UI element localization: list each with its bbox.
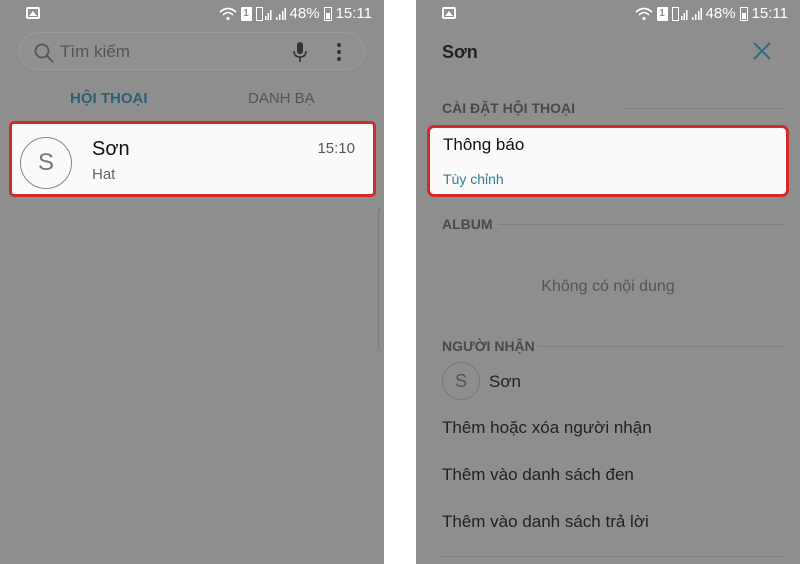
signal-icon-2 [691, 7, 702, 20]
divider [626, 108, 784, 109]
search-placeholder: Tìm kiếm [60, 42, 130, 61]
battery-icon [739, 6, 748, 21]
image-notification-icon [442, 7, 456, 19]
conversation-preview: Hat [92, 166, 116, 183]
wifi-icon [219, 7, 237, 20]
notification-title: Thông báo [443, 135, 525, 154]
signal-icon [671, 6, 688, 21]
section-header-album: ALBUM [442, 216, 493, 232]
sim-icon: 1 [240, 6, 252, 21]
search-icon [34, 43, 54, 63]
add-to-reply-list-item[interactable]: Thêm vào danh sách trả lời [442, 512, 649, 532]
notification-subtitle: Tùy chỉnh [443, 171, 504, 187]
signal-icon-2 [275, 7, 286, 20]
avatar: S [442, 362, 480, 400]
status-time: 15:11 [335, 5, 372, 22]
microphone-icon[interactable] [292, 41, 308, 63]
edge-panel-handle[interactable] [378, 208, 381, 350]
add-remove-recipients-item[interactable]: Thêm hoặc xóa người nhận [442, 418, 652, 438]
album-empty-text: Không có nội dung [541, 278, 675, 295]
close-icon[interactable] [752, 41, 772, 61]
add-to-blacklist-item[interactable]: Thêm vào danh sách đen [442, 465, 634, 485]
sim-icon: 1 [656, 6, 668, 21]
conversation-list-screen: 1 48% 15:11 Tìm kiếm HỘI THOẠI DANH BẠ S… [0, 0, 384, 564]
tab-contacts[interactable]: DANH BẠ [248, 90, 315, 107]
recipient-name: Sơn [489, 372, 521, 391]
section-header-conversation-settings: CÀI ĐẶT HỘI THOẠI [442, 100, 575, 116]
divider [442, 556, 784, 557]
signal-icon [255, 6, 272, 21]
more-options-icon[interactable] [336, 41, 342, 63]
status-bar: 1 48% 15:11 [416, 0, 800, 28]
conversation-name: Sơn [92, 138, 130, 160]
divider [498, 224, 784, 225]
conversation-item[interactable]: S Sơn Hat 15:10 [9, 121, 376, 197]
tab-bar: HỘI THOẠI DANH BẠ [0, 90, 384, 112]
conversation-settings-screen: 1 48% 15:11 Sơn CÀI ĐẶT HỘI THOẠI Thông … [416, 0, 800, 564]
section-header-recipients: NGƯỜI NHẬN [442, 338, 535, 354]
image-notification-icon [26, 7, 40, 19]
notification-settings-item[interactable]: Thông báo Tùy chỉnh [427, 125, 789, 197]
battery-percent: 48% [289, 5, 320, 22]
avatar: S [20, 137, 72, 189]
battery-icon [323, 6, 332, 21]
status-time: 15:11 [751, 5, 788, 22]
search-bar[interactable]: Tìm kiếm [19, 32, 365, 70]
conversation-time: 15:10 [317, 140, 355, 157]
page-title: Sơn [442, 42, 478, 62]
divider [538, 346, 784, 347]
tab-conversations[interactable]: HỘI THOẠI [70, 90, 148, 107]
status-bar: 1 48% 15:11 [0, 0, 384, 28]
battery-percent: 48% [705, 5, 736, 22]
wifi-icon [635, 7, 653, 20]
